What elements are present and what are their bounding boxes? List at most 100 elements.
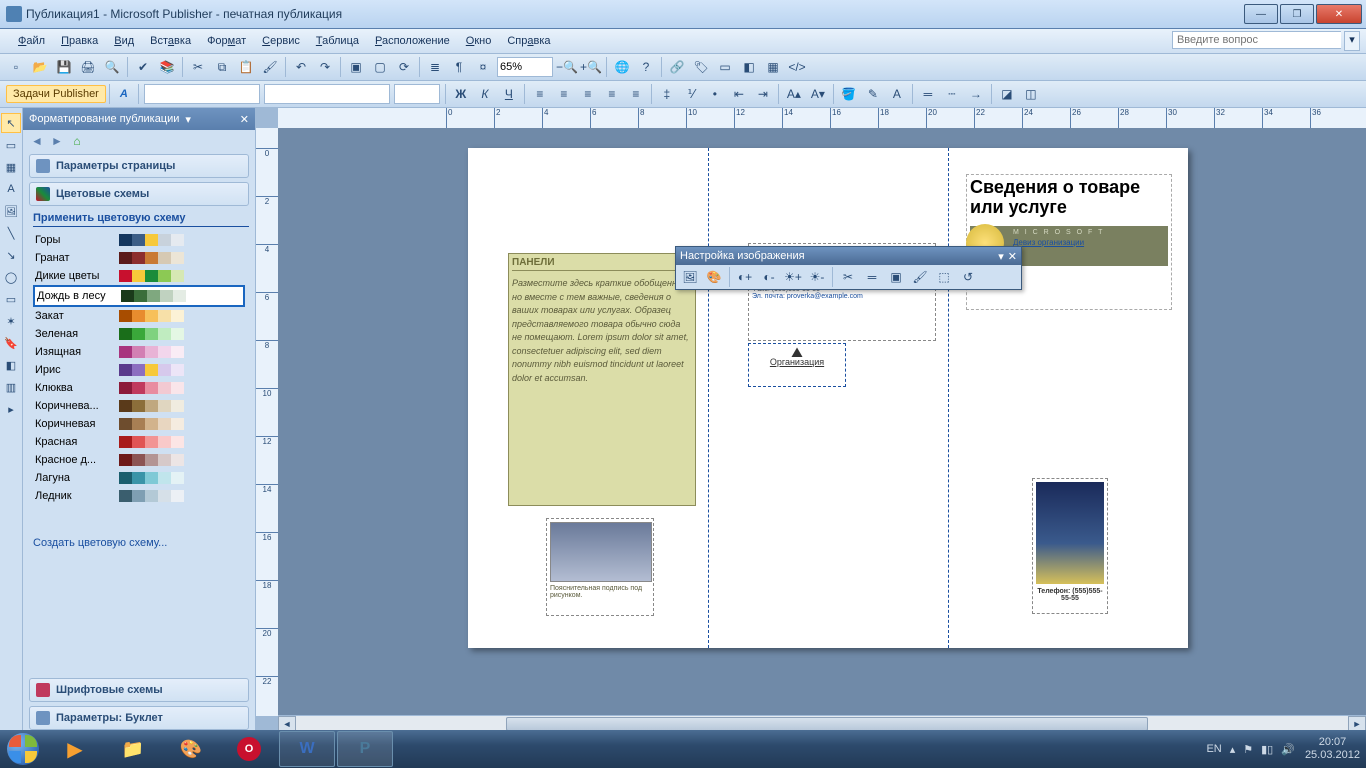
tray-volume-icon[interactable]: 🔊 (1281, 743, 1295, 756)
styles-icon[interactable]: A (113, 84, 135, 104)
help-icon[interactable]: ? (635, 56, 657, 78)
color-mode-icon[interactable]: 🎨 (703, 266, 725, 288)
zoom-out-icon[interactable]: −🔍 (556, 56, 578, 78)
tray-network-icon[interactable]: ▮▯ (1261, 743, 1273, 756)
insert-picture-icon[interactable]: 🖼 (679, 266, 701, 288)
scheme-item[interactable]: Лагуна (33, 469, 245, 487)
taskbar-publisher[interactable]: P (337, 731, 393, 767)
fill-color-icon[interactable]: 🪣 (838, 83, 860, 105)
menu-table[interactable]: Таблица (308, 32, 367, 50)
paste-icon[interactable]: 📋 (235, 56, 257, 78)
ruler-vertical[interactable]: 0246810121416182022 (256, 128, 279, 716)
start-button[interactable] (0, 730, 46, 768)
ask-input[interactable] (1172, 31, 1341, 49)
new-icon[interactable]: ▫ (5, 56, 27, 78)
zoom-combo[interactable] (497, 57, 553, 77)
floatwin-dropdown-icon[interactable]: ▾ (998, 250, 1004, 263)
scheme-item[interactable]: Красная (33, 433, 245, 451)
menu-window[interactable]: Окно (458, 32, 500, 50)
taskbar-explorer[interactable]: 📁 (105, 731, 161, 767)
taskbar-paint[interactable]: 🎨 (163, 731, 219, 767)
more-brightness-icon[interactable]: ☀+ (782, 266, 804, 288)
taskbar-opera[interactable]: O (221, 731, 277, 767)
nav-fwd-icon[interactable]: ► (47, 131, 67, 151)
panel1-image-box[interactable]: Пояснительная подпись под рисунком. (546, 518, 654, 616)
line-style-icon[interactable]: ═ (917, 83, 939, 105)
select-tool-icon[interactable]: ↖ (1, 113, 21, 133)
close-button[interactable]: ✕ (1316, 4, 1362, 24)
scroll-area[interactable]: ПАНЕЛИ Разместите здесь краткие обобщенн… (278, 128, 1366, 716)
autoshapes-icon[interactable]: ✶ (1, 311, 21, 331)
rect-tool-icon[interactable]: ▭ (1, 289, 21, 309)
bring-front-icon[interactable]: ▣ (345, 56, 367, 78)
taskbar-word[interactable]: W (279, 731, 335, 767)
taskpane-header[interactable]: Форматирование публикации ▾ ✕ (23, 108, 255, 130)
webpage-preview-icon[interactable]: 🌐 (611, 56, 633, 78)
tray-show-hidden-icon[interactable]: ▴ (1230, 743, 1236, 756)
justify-icon[interactable]: ≡ (601, 83, 623, 105)
text-wrap-icon[interactable]: ▣ (885, 266, 907, 288)
scheme-item[interactable]: Ледник (33, 487, 245, 505)
shrink-font-icon[interactable]: A▾ (807, 83, 829, 105)
redo-icon[interactable]: ↷ (314, 56, 336, 78)
floatwin-close-icon[interactable]: ✕ (1008, 250, 1017, 263)
publication-page[interactable]: ПАНЕЛИ Разместите здесь краткие обобщенн… (468, 148, 1188, 648)
bold-icon[interactable]: Ж (450, 83, 472, 105)
tray-lang[interactable]: EN (1206, 743, 1221, 755)
menu-edit[interactable]: Правка (53, 32, 106, 50)
scheme-list[interactable]: ГорыГранатДикие цветыДождь в лесуЗакатЗе… (33, 231, 249, 527)
chars-icon[interactable]: ¤ (472, 56, 494, 78)
columns-icon[interactable]: ≣ (424, 56, 446, 78)
rotate-icon[interactable]: ⟳ (393, 56, 415, 78)
scheme-item[interactable]: Гранат (33, 249, 245, 267)
reset-picture-icon[interactable]: ↺ (957, 266, 979, 288)
taskbar-media-player[interactable]: ▶ (47, 731, 103, 767)
align-right-icon[interactable]: ≡ (577, 83, 599, 105)
scroll-thumb[interactable] (506, 717, 1148, 731)
print-icon[interactable]: 🖨 (77, 56, 99, 78)
dash-style-icon[interactable]: ┄ (941, 83, 963, 105)
transparent-color-icon[interactable]: ⬚ (933, 266, 955, 288)
indent-icon[interactable]: ⇥ (752, 83, 774, 105)
pilcrow-icon[interactable]: ¶ (448, 56, 470, 78)
scheme-item[interactable]: Изящная (33, 343, 245, 361)
panel1-body-box[interactable]: ПАНЕЛИ Разместите здесь краткие обобщенн… (508, 253, 696, 506)
less-contrast-icon[interactable]: ◐- (758, 266, 780, 288)
font-color-icon[interactable]: A (886, 83, 908, 105)
menu-service[interactable]: Сервис (254, 32, 308, 50)
format-painter-icon[interactable]: 🖌 (259, 56, 281, 78)
tasks-publisher-button[interactable]: Задачи Publisher (6, 85, 106, 103)
ask-question-box[interactable]: ▾ (1172, 31, 1360, 51)
scheme-item[interactable]: Зеленая (33, 325, 245, 343)
research-icon[interactable]: 📚 (156, 56, 178, 78)
underline-icon[interactable]: Ч (498, 83, 520, 105)
taskpane-dropdown-icon[interactable]: ▾ (185, 113, 191, 126)
menu-file[interactable]: Файл (10, 32, 53, 50)
style-combo[interactable] (144, 84, 260, 104)
cut-icon[interactable]: ✂ (187, 56, 209, 78)
bullets-icon[interactable]: • (704, 83, 726, 105)
minimize-button[interactable]: — (1244, 4, 1278, 24)
menu-help[interactable]: Справка (499, 32, 558, 50)
scheme-item[interactable]: Красное д... (33, 451, 245, 469)
picture-settings-toolbar[interactable]: Настройка изображения ▾ ✕ 🖼 🎨 ◐+ ◐- ☀+ ☀… (675, 246, 1022, 290)
3d-icon[interactable]: ◫ (1020, 83, 1042, 105)
create-scheme-link[interactable]: Создать цветовую схему... (33, 537, 249, 549)
format-picture-icon[interactable]: 🖌 (909, 266, 931, 288)
more-contrast-icon[interactable]: ◐+ (734, 266, 756, 288)
align-left-icon[interactable]: ≡ (529, 83, 551, 105)
menu-insert[interactable]: Вставка (142, 32, 199, 50)
menu-format[interactable]: Формат (199, 32, 254, 50)
form-icon[interactable]: ▦ (762, 56, 784, 78)
nav-back-icon[interactable]: ◄ (27, 131, 47, 151)
distribute-icon[interactable]: ≡ (625, 83, 647, 105)
save-icon[interactable]: 💾 (53, 56, 75, 78)
bookmark-icon[interactable]: 🏷 (690, 56, 712, 78)
hotspot-icon[interactable]: ◧ (738, 56, 760, 78)
print-preview-icon[interactable]: 🔍 (101, 56, 123, 78)
scheme-item[interactable]: Закат (33, 307, 245, 325)
design-gallery-icon[interactable]: ◧ (1, 355, 21, 375)
section-booklet[interactable]: Параметры: Буклет (29, 706, 249, 730)
code-icon[interactable]: </> (786, 56, 808, 78)
copy-icon[interactable]: ⧉ (211, 56, 233, 78)
